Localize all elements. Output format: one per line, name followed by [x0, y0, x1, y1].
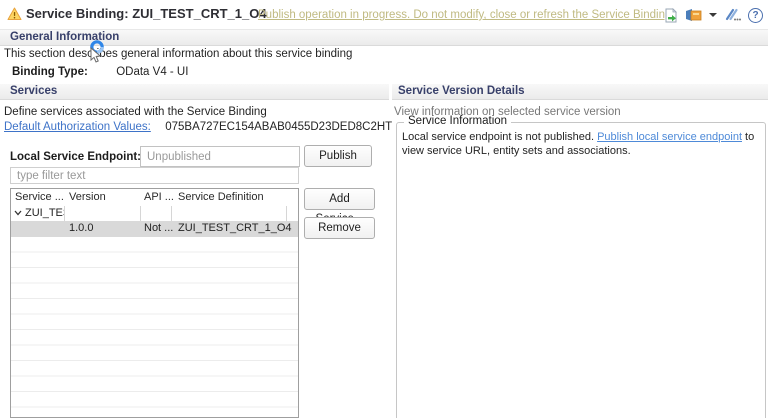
sap-logon-icon[interactable] — [685, 7, 702, 23]
general-information-description: This section describes general informati… — [4, 48, 353, 60]
services-table[interactable]: Service ... Version API ... Service Defi… — [10, 188, 299, 418]
service-information-groupbox — [396, 122, 766, 418]
section-header-general-information: General Information — [0, 30, 768, 46]
info-text-prefix: Local service endpoint is not published. — [402, 131, 598, 143]
page-title: Service Binding: ZUI_TEST_CRT_1_O4 — [26, 6, 267, 21]
binding-type-label: Binding Type: — [12, 66, 88, 78]
help-icon[interactable]: ? — [747, 7, 764, 23]
filter-input[interactable] — [10, 167, 299, 184]
table-row-service-version[interactable]: 1.0.0 Not ... ZUI_TEST_CRT_1_O4 — [11, 221, 298, 237]
version-cell: 1.0.0 — [69, 222, 94, 234]
add-service-button[interactable]: Add Service... — [304, 188, 375, 225]
service-binding-editor: Service Binding: ZUI_TEST_CRT_1_O4 Publi… — [0, 0, 768, 418]
tree-expander-icon[interactable] — [14, 207, 22, 219]
publish-status-link[interactable]: Publish operation in progress. Do not mo… — [258, 9, 675, 21]
default-authorization-row: Default Authorization Values: 075BA727EC… — [4, 121, 392, 133]
services-description: Define services associated with the Serv… — [4, 106, 267, 118]
table-row-service-group[interactable]: ZUI_TEST — [11, 206, 298, 221]
section-header-services: Services — [0, 84, 389, 100]
warning-icon — [7, 7, 22, 26]
column-header-version[interactable]: Version — [69, 191, 106, 203]
dropdown-caret-icon[interactable] — [708, 7, 718, 23]
binding-type-value: OData V4 - UI — [116, 66, 189, 78]
edit-icon[interactable] — [724, 7, 741, 23]
service-information-group-title: Service Information — [404, 115, 512, 127]
service-information-text: Local service endpoint is not published.… — [402, 130, 762, 158]
binding-type-row: Binding Type: OData V4 - UI — [12, 66, 188, 78]
section-header-service-version-details: Service Version Details — [392, 84, 768, 100]
column-header-service[interactable]: Service ... — [15, 191, 64, 203]
table-header-row: Service ... Version API ... Service Defi… — [11, 189, 298, 206]
column-header-definition[interactable]: Service Definition — [178, 191, 264, 203]
endpoint-label: Local Service Endpoint: — [10, 151, 141, 163]
default-authorization-link[interactable]: Default Authorization Values: — [4, 121, 151, 133]
publish-button[interactable]: Publish — [304, 145, 372, 167]
document-export-icon[interactable] — [662, 7, 679, 23]
endpoint-field[interactable] — [140, 146, 300, 167]
column-header-api[interactable]: API ... — [144, 191, 174, 203]
editor-header: Service Binding: ZUI_TEST_CRT_1_O4 Publi… — [0, 0, 768, 29]
default-authorization-value: 075BA727EC154ABAB0455D23DED8C2HT — [165, 121, 393, 133]
table-empty-rows — [11, 237, 298, 417]
publish-local-endpoint-link[interactable]: Publish local service endpoint — [597, 131, 742, 143]
service-name-cell: ZUI_TEST — [25, 207, 64, 219]
header-toolbar: ? — [662, 7, 764, 23]
api-state-cell: Not ... — [144, 222, 174, 234]
remove-button[interactable]: Remove — [304, 217, 375, 239]
definition-cell: ZUI_TEST_CRT_1_O4 — [178, 222, 292, 234]
